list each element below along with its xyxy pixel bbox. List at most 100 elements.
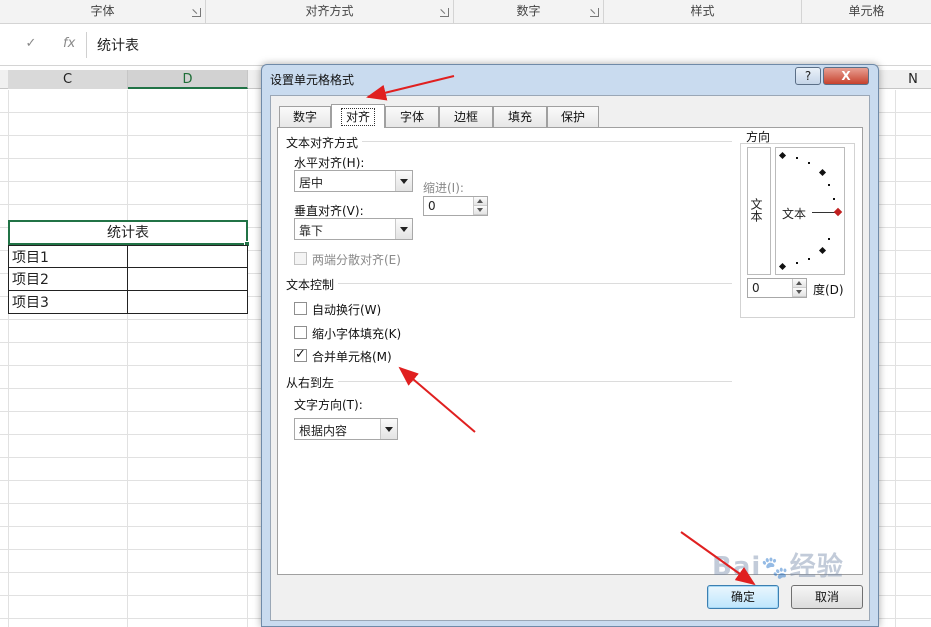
dialog-body: 数字 对齐 字体 边框 填充 保护 文本对齐方式 水平对齐(H): 居中 缩进(… bbox=[270, 95, 870, 621]
dial-tick bbox=[818, 246, 827, 255]
table-cell[interactable]: 项目3 bbox=[9, 291, 128, 313]
dial-handle[interactable] bbox=[833, 207, 843, 217]
chevron-down-icon[interactable] bbox=[380, 419, 397, 439]
section-divider bbox=[338, 283, 732, 284]
merged-title-text: 统计表 bbox=[107, 225, 149, 241]
formula-bar-divider bbox=[86, 32, 87, 58]
tab-number[interactable]: 数字 bbox=[279, 106, 331, 128]
grid-line bbox=[247, 90, 248, 627]
chevron-down-icon[interactable] bbox=[395, 219, 412, 239]
degree-spinner[interactable]: 0 bbox=[747, 278, 807, 298]
column-header-n[interactable]: N bbox=[895, 70, 931, 89]
orientation-box: 文本 文本 0 度(D) bbox=[740, 143, 855, 318]
tab-alignment[interactable]: 对齐 bbox=[331, 104, 385, 128]
section-divider bbox=[338, 381, 732, 382]
degree-label: 度(D) bbox=[813, 283, 844, 297]
formula-bar-icons: ✓ fx bbox=[14, 36, 86, 56]
grid-line bbox=[895, 90, 896, 627]
text-direction-label: 文字方向(T): bbox=[294, 398, 363, 412]
dial-tick bbox=[808, 162, 810, 164]
spinner-buttons[interactable] bbox=[792, 279, 806, 297]
horizontal-align-select[interactable]: 居中 bbox=[294, 170, 413, 192]
dialog-launcher-icon[interactable] bbox=[440, 8, 449, 17]
table-row[interactable]: 项目2 bbox=[8, 268, 248, 291]
wrap-text-label: 自动换行(W) bbox=[312, 303, 382, 317]
indent-value: 0 bbox=[428, 199, 436, 213]
tab-border[interactable]: 边框 bbox=[439, 106, 493, 128]
ribbon-group-styles: 样式 bbox=[604, 0, 802, 23]
ribbon-group-cells: 单元格 bbox=[802, 0, 931, 23]
grid-line bbox=[8, 90, 9, 627]
ribbon-group-font-label: 字体 bbox=[90, 4, 115, 18]
table-cell[interactable]: 项目1 bbox=[9, 246, 128, 268]
section-text-control: 文本控制 bbox=[286, 278, 335, 292]
spin-up-icon[interactable] bbox=[793, 279, 806, 288]
degree-value: 0 bbox=[752, 281, 760, 295]
text-direction-value: 根据内容 bbox=[299, 424, 348, 438]
ribbon-group-cells-label: 单元格 bbox=[848, 4, 885, 18]
table-row[interactable]: 项目1 bbox=[8, 245, 248, 268]
table-row[interactable]: 项目3 bbox=[8, 291, 248, 314]
merge-cells-label: 合并单元格(M) bbox=[312, 350, 392, 364]
dial-text: 文本 bbox=[782, 207, 807, 221]
section-text-alignment: 文本对齐方式 bbox=[286, 136, 359, 150]
dial-tick bbox=[833, 198, 835, 200]
format-cells-dialog: 设置单元格格式 ? X 数字 对齐 字体 边框 填充 保护 文本对齐方式 水平对… bbox=[261, 64, 879, 627]
dial-tick bbox=[796, 262, 798, 264]
ribbon-group-number: 数字 bbox=[454, 0, 604, 23]
dialog-launcher-icon[interactable] bbox=[192, 8, 201, 17]
spin-down-icon[interactable] bbox=[793, 288, 806, 297]
vertical-text-label: 文本 bbox=[749, 198, 763, 222]
vertical-align-select[interactable]: 靠下 bbox=[294, 218, 413, 240]
column-header-d[interactable]: D bbox=[128, 70, 248, 89]
chevron-down-icon[interactable] bbox=[395, 171, 412, 191]
cancel-button[interactable]: 取消 bbox=[791, 585, 863, 609]
orientation-dial[interactable]: 文本 bbox=[775, 147, 845, 275]
ok-button[interactable]: 确定 bbox=[707, 585, 779, 609]
distributed-checkbox[interactable] bbox=[294, 252, 307, 265]
ribbon-group-styles-label: 样式 bbox=[690, 4, 715, 18]
dial-needle bbox=[812, 212, 836, 213]
dial-tick bbox=[796, 157, 798, 159]
checkmark-icon: ✓ bbox=[295, 347, 306, 362]
section-right-to-left: 从右到左 bbox=[286, 376, 335, 390]
column-header-e[interactable] bbox=[248, 70, 262, 89]
ribbon-group-font: 字体 bbox=[0, 0, 206, 23]
close-button[interactable]: X bbox=[823, 67, 869, 85]
vertical-align-label: 垂直对齐(V): bbox=[294, 204, 364, 218]
vertical-text-toggle[interactable]: 文本 bbox=[747, 147, 771, 275]
tab-protection[interactable]: 保护 bbox=[547, 106, 599, 128]
spin-up-icon[interactable] bbox=[474, 197, 487, 206]
merged-title-cell[interactable]: 统计表 bbox=[8, 220, 250, 247]
ribbon-group-number-label: 数字 bbox=[516, 4, 541, 18]
function-icon[interactable]: fx bbox=[52, 36, 86, 51]
table-cell[interactable]: 项目2 bbox=[9, 268, 128, 290]
ribbon-group-labels: 字体 对齐方式 数字 样式 单元格 bbox=[0, 0, 931, 24]
tab-font[interactable]: 字体 bbox=[385, 106, 439, 128]
grid-line bbox=[127, 90, 128, 627]
formula-input[interactable]: 统计表 bbox=[97, 35, 139, 55]
dial-tick bbox=[818, 168, 827, 177]
vertical-align-value: 靠下 bbox=[299, 224, 324, 238]
indent-label: 缩进(I): bbox=[423, 181, 464, 195]
wrap-text-checkbox[interactable] bbox=[294, 302, 307, 315]
spin-down-icon[interactable] bbox=[474, 206, 487, 215]
dialog-launcher-icon[interactable] bbox=[590, 8, 599, 17]
section-divider bbox=[362, 141, 732, 142]
dial-tick bbox=[828, 238, 830, 240]
shrink-to-fit-label: 缩小字体填充(K) bbox=[312, 327, 402, 341]
dialog-title: 设置单元格格式 bbox=[270, 73, 355, 87]
dial-tick bbox=[808, 258, 810, 260]
column-header-c[interactable]: C bbox=[8, 70, 128, 89]
help-button[interactable]: ? bbox=[795, 67, 821, 85]
shrink-to-fit-checkbox[interactable] bbox=[294, 326, 307, 339]
distributed-label: 两端分散对齐(E) bbox=[312, 253, 401, 267]
horizontal-align-value: 居中 bbox=[299, 176, 324, 190]
check-icon[interactable]: ✓ bbox=[14, 36, 48, 51]
spinner-buttons[interactable] bbox=[473, 197, 487, 215]
merge-cells-checkbox[interactable]: ✓ bbox=[294, 347, 307, 362]
indent-spinner[interactable]: 0 bbox=[423, 196, 488, 216]
tab-fill[interactable]: 填充 bbox=[493, 106, 547, 128]
horizontal-align-label: 水平对齐(H): bbox=[294, 156, 365, 170]
text-direction-select[interactable]: 根据内容 bbox=[294, 418, 398, 440]
